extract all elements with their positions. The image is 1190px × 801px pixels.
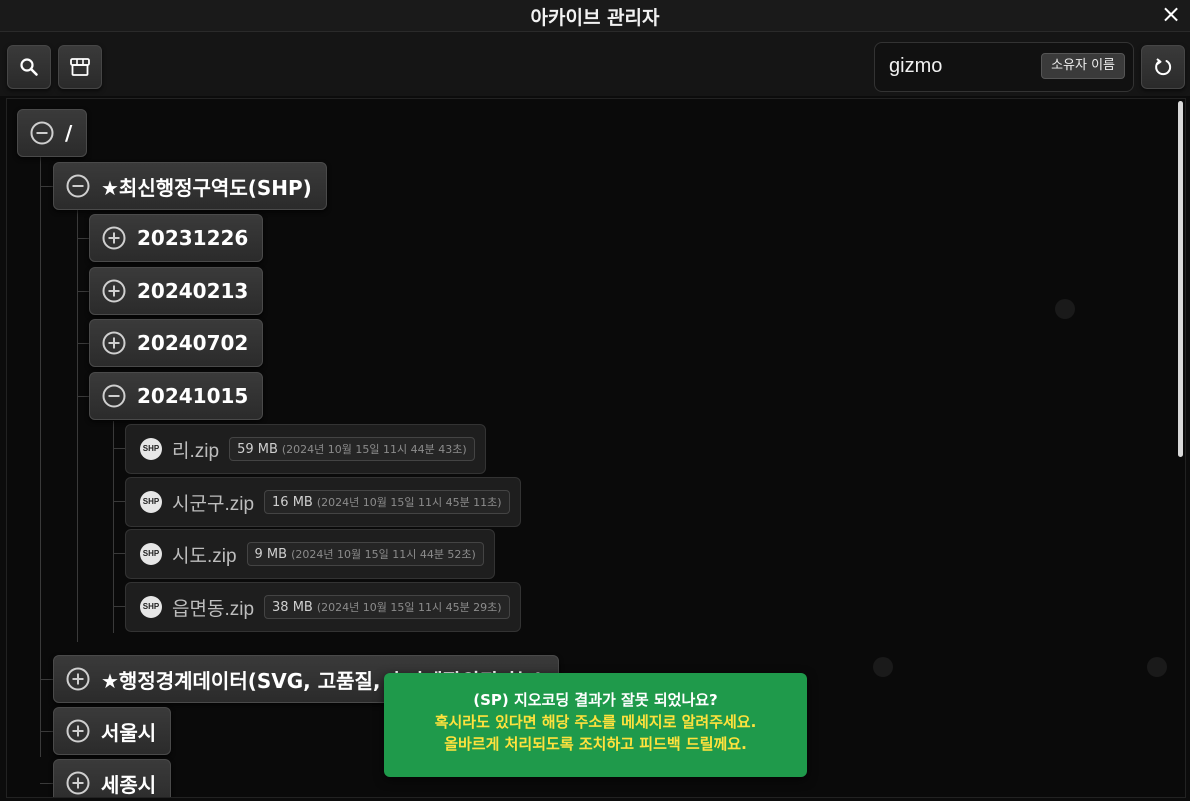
scrollbar[interactable] — [1178, 101, 1183, 457]
map-marker-icon — [1147, 657, 1167, 677]
file-size: 59 MB — [237, 441, 278, 457]
tree-node-label: / — [65, 121, 73, 145]
tree-connector — [77, 396, 89, 397]
search-icon — [20, 58, 38, 76]
tree-node-label: 20231226 — [137, 226, 249, 250]
minus-circle-icon — [102, 384, 126, 408]
toast-line-2: 혹시라도 있다면 해당 주소를 메세지로 알려주세요. — [434, 713, 757, 731]
tree-node-folder[interactable]: ★최신행정구역도(SHP) — [53, 162, 327, 210]
plus-circle-icon — [66, 667, 90, 691]
file-name: 읍면동.zip — [172, 598, 255, 620]
tree-node-date[interactable]: 20240213 — [89, 267, 264, 315]
tree-connector — [113, 606, 125, 607]
tree-connector — [40, 157, 41, 757]
tree-connector — [77, 343, 89, 344]
window-title: 아카이브 관리자 — [530, 7, 660, 29]
shp-file-icon: SHP — [140, 491, 162, 513]
tree-connector — [40, 783, 53, 784]
tree-node-label: 20240213 — [137, 279, 249, 303]
file-date: (2024년 10월 15일 11시 44분 52초) — [291, 548, 476, 561]
file-info: 59 MB (2024년 10월 15일 11시 44분 43초) — [229, 437, 475, 461]
tree-connector — [113, 448, 125, 449]
plus-circle-icon — [102, 331, 126, 355]
shp-file-icon: SHP — [140, 438, 162, 460]
toolbar: gizmo 소유자 이름 — [0, 32, 1190, 96]
owner-field[interactable]: gizmo 소유자 이름 — [874, 42, 1134, 92]
tree-node-label: 서울시 — [101, 720, 157, 745]
store-icon — [70, 58, 90, 76]
file-item[interactable]: SHP 리.zip 59 MB (2024년 10월 15일 11시 44분 4… — [125, 424, 486, 474]
file-name: 리.zip — [172, 440, 220, 462]
map-marker-icon — [873, 657, 893, 677]
tree-node-root[interactable]: / — [17, 109, 88, 157]
refresh-icon — [1155, 58, 1172, 76]
file-size: 9 MB — [254, 546, 288, 562]
tree-node-date[interactable]: 20241015 — [89, 372, 264, 420]
file-item[interactable]: SHP 읍면동.zip 38 MB (2024년 10월 15일 11시 45분… — [125, 582, 521, 632]
tree-connector — [113, 501, 125, 502]
toast-line-1: (SP) 지오코딩 결과가 잘못 되었나요? — [473, 691, 718, 709]
search-button[interactable] — [7, 45, 51, 89]
title-bar: 아카이브 관리자 × — [0, 0, 1190, 32]
plus-circle-icon — [66, 719, 90, 743]
file-info: 16 MB (2024년 10월 15일 11시 45분 11초) — [264, 490, 510, 514]
file-size: 38 MB — [272, 599, 313, 615]
tree-connector — [77, 291, 89, 292]
file-item[interactable]: SHP 시도.zip 9 MB (2024년 10월 15일 11시 44분 5… — [125, 529, 495, 579]
file-date: (2024년 10월 15일 11시 44분 43초) — [281, 443, 467, 456]
tree-node-label: ★최신행정구역도(SHP) — [101, 175, 312, 200]
tree-node-folder[interactable]: 서울시 — [53, 707, 172, 755]
minus-circle-icon — [66, 174, 90, 198]
tree-connector — [40, 186, 53, 187]
plus-circle-icon — [102, 226, 126, 250]
file-item[interactable]: SHP 시군구.zip 16 MB (2024년 10월 15일 11시 45분… — [125, 477, 521, 527]
tree-node-label: 20240702 — [137, 331, 249, 355]
file-size: 16 MB — [272, 494, 313, 510]
file-date: (2024년 10월 15일 11시 45분 11초) — [316, 496, 502, 509]
tree-node-label: 세종시 — [101, 772, 157, 797]
file-info: 38 MB (2024년 10월 15일 11시 45분 29초) — [264, 595, 510, 619]
refresh-button[interactable] — [1141, 45, 1185, 89]
file-date: (2024년 10월 15일 11시 45분 29초) — [316, 601, 502, 614]
file-name: 시도.zip — [172, 545, 237, 567]
tree-node-folder[interactable]: 세종시 — [53, 759, 172, 797]
tree-connector — [113, 553, 125, 554]
tree-connector — [40, 731, 53, 732]
shp-file-icon: SHP — [140, 543, 162, 565]
minus-circle-icon — [30, 121, 54, 145]
tree-node-date[interactable]: 20231226 — [89, 214, 264, 262]
store-button[interactable] — [58, 45, 102, 89]
tree-node-label: 20241015 — [137, 384, 249, 408]
tree-node-date[interactable]: 20240702 — [89, 319, 264, 367]
file-info: 9 MB (2024년 10월 15일 11시 44분 52초) — [246, 542, 484, 566]
tree-connector — [77, 210, 78, 642]
plus-circle-icon — [102, 279, 126, 303]
owner-input[interactable]: gizmo — [889, 55, 942, 78]
tree-connector — [40, 679, 53, 680]
map-marker-icon — [1055, 299, 1075, 319]
plus-circle-icon — [66, 771, 90, 795]
owner-label-badge: 소유자 이름 — [1041, 53, 1125, 79]
feedback-toast[interactable]: (SP) 지오코딩 결과가 잘못 되었나요? 혹시라도 있다면 해당 주소를 메… — [384, 673, 807, 777]
shp-file-icon: SHP — [140, 596, 162, 618]
close-icon[interactable]: × — [1158, 1, 1184, 27]
tree-connector — [113, 421, 114, 633]
tree-connector — [77, 238, 89, 239]
toast-line-3: 올바르게 처리되도록 조치하고 피드백 드릴께요. — [444, 735, 747, 753]
file-name: 시군구.zip — [172, 493, 255, 515]
